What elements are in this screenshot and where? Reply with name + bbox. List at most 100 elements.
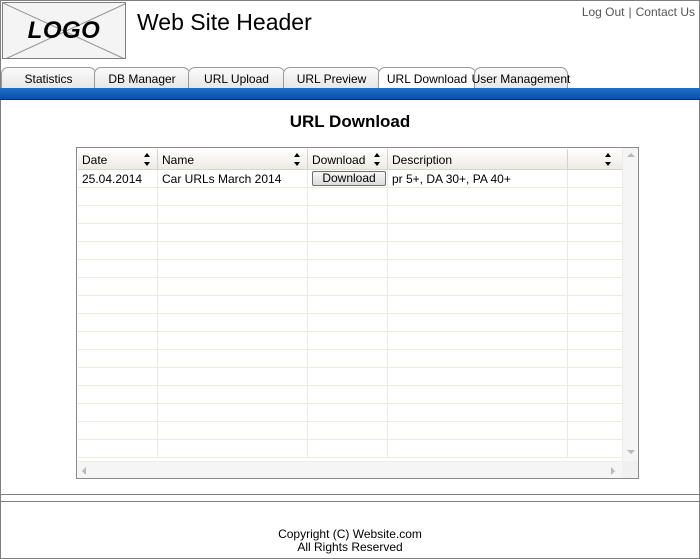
cell-empty <box>78 242 158 260</box>
cell-empty <box>158 350 308 368</box>
scroll-left-icon[interactable] <box>82 467 86 475</box>
cell-empty <box>388 386 568 404</box>
tab-db-manager[interactable]: DB Manager <box>94 67 190 89</box>
cell-empty <box>308 350 388 368</box>
cell-empty <box>568 188 624 206</box>
cell-empty <box>308 386 388 404</box>
site-title: Web Site Header <box>137 9 312 35</box>
cell-empty <box>308 314 388 332</box>
column-header-download[interactable]: Download <box>308 149 388 170</box>
cell-empty <box>388 368 568 386</box>
cell-empty <box>568 224 624 242</box>
empty-rows <box>78 188 624 458</box>
column-header-download-label: Download <box>312 153 366 167</box>
cell-empty <box>158 368 308 386</box>
contact-us-link[interactable]: Contact Us <box>636 5 695 19</box>
tab-url-preview[interactable]: URL Preview <box>283 67 380 89</box>
cell-empty <box>388 296 568 314</box>
logo: LOGO <box>2 2 126 59</box>
cell-empty <box>568 260 624 278</box>
table-row-empty <box>78 440 624 458</box>
tab-url-download[interactable]: URL Download <box>378 67 476 89</box>
tab-url-upload[interactable]: URL Upload <box>188 67 285 89</box>
cell-empty <box>158 224 308 242</box>
cell-empty <box>158 332 308 350</box>
grid-body: 25.04.2014 Car URLs March 2014 Download … <box>78 170 624 461</box>
column-header-description[interactable]: Description <box>388 149 568 170</box>
column-header-name-label: Name <box>162 153 195 167</box>
cell-empty <box>158 188 308 206</box>
cell-empty <box>388 350 568 368</box>
table-row-empty <box>78 242 624 260</box>
scroll-down-icon[interactable] <box>627 450 635 454</box>
cell-empty <box>308 224 388 242</box>
cell-empty <box>568 332 624 350</box>
cell-date: 25.04.2014 <box>78 170 158 188</box>
cell-empty <box>78 296 158 314</box>
cell-empty <box>388 242 568 260</box>
cell-empty <box>308 242 388 260</box>
cell-empty <box>78 314 158 332</box>
cell-empty <box>78 350 158 368</box>
cell-empty <box>568 404 624 422</box>
cell-empty <box>158 296 308 314</box>
footer: Copyright (C) Website.com All Rights Res… <box>0 528 700 554</box>
tab-user-management[interactable]: User Management <box>472 67 570 89</box>
url-download-grid: Date Name Download Description 25.04.201… <box>76 147 639 479</box>
table-row-empty <box>78 188 624 206</box>
cell-empty <box>388 206 568 224</box>
table-row-empty <box>78 260 624 278</box>
table-row-empty <box>78 224 624 242</box>
cell-empty <box>388 332 568 350</box>
footer-rights: All Rights Reserved <box>297 540 403 554</box>
table-row-empty <box>78 278 624 296</box>
logout-link[interactable]: Log Out <box>582 5 625 19</box>
cell-empty <box>308 332 388 350</box>
cell-empty <box>78 422 158 440</box>
tab-bar: Statistics DB Manager URL Upload URL Pre… <box>1 67 570 89</box>
cell-empty <box>78 368 158 386</box>
cell-empty <box>158 242 308 260</box>
column-header-name[interactable]: Name <box>158 149 308 170</box>
cell-empty <box>568 368 624 386</box>
column-header-extra[interactable] <box>568 149 624 170</box>
cell-empty <box>568 314 624 332</box>
vertical-scrollbar[interactable] <box>622 148 638 462</box>
download-button[interactable]: Download <box>312 171 386 186</box>
cell-empty <box>568 422 624 440</box>
tab-statistics[interactable]: Statistics <box>1 67 96 89</box>
cell-empty <box>388 404 568 422</box>
horizontal-scrollbar[interactable] <box>77 461 623 478</box>
table-row-empty <box>78 368 624 386</box>
cell-empty <box>158 260 308 278</box>
cell-empty <box>568 350 624 368</box>
table-row-empty <box>78 350 624 368</box>
cell-empty <box>308 404 388 422</box>
cell-empty <box>388 278 568 296</box>
scroll-right-icon[interactable] <box>611 467 615 475</box>
cell-extra <box>568 170 624 188</box>
cell-empty <box>308 422 388 440</box>
cell-empty <box>388 440 568 458</box>
column-header-date-label: Date <box>82 153 108 167</box>
cell-empty <box>568 206 624 224</box>
cell-empty <box>568 278 624 296</box>
cell-empty <box>78 332 158 350</box>
cell-empty <box>308 440 388 458</box>
scroll-up-icon[interactable] <box>627 153 635 157</box>
table-row[interactable]: 25.04.2014 Car URLs March 2014 Download … <box>78 170 624 188</box>
logo-text: LOGO <box>27 16 101 44</box>
cell-empty <box>78 404 158 422</box>
cell-empty <box>568 296 624 314</box>
cell-name: Car URLs March 2014 <box>158 170 308 188</box>
cell-empty <box>158 206 308 224</box>
cell-empty <box>158 404 308 422</box>
table-row-empty <box>78 314 624 332</box>
cell-empty <box>568 386 624 404</box>
cell-description: pr 5+, DA 30+, PA 40+ <box>388 170 568 188</box>
cell-empty <box>78 206 158 224</box>
cell-empty <box>78 224 158 242</box>
column-header-date[interactable]: Date <box>78 149 158 170</box>
cell-empty <box>78 386 158 404</box>
table-row-empty <box>78 206 624 224</box>
